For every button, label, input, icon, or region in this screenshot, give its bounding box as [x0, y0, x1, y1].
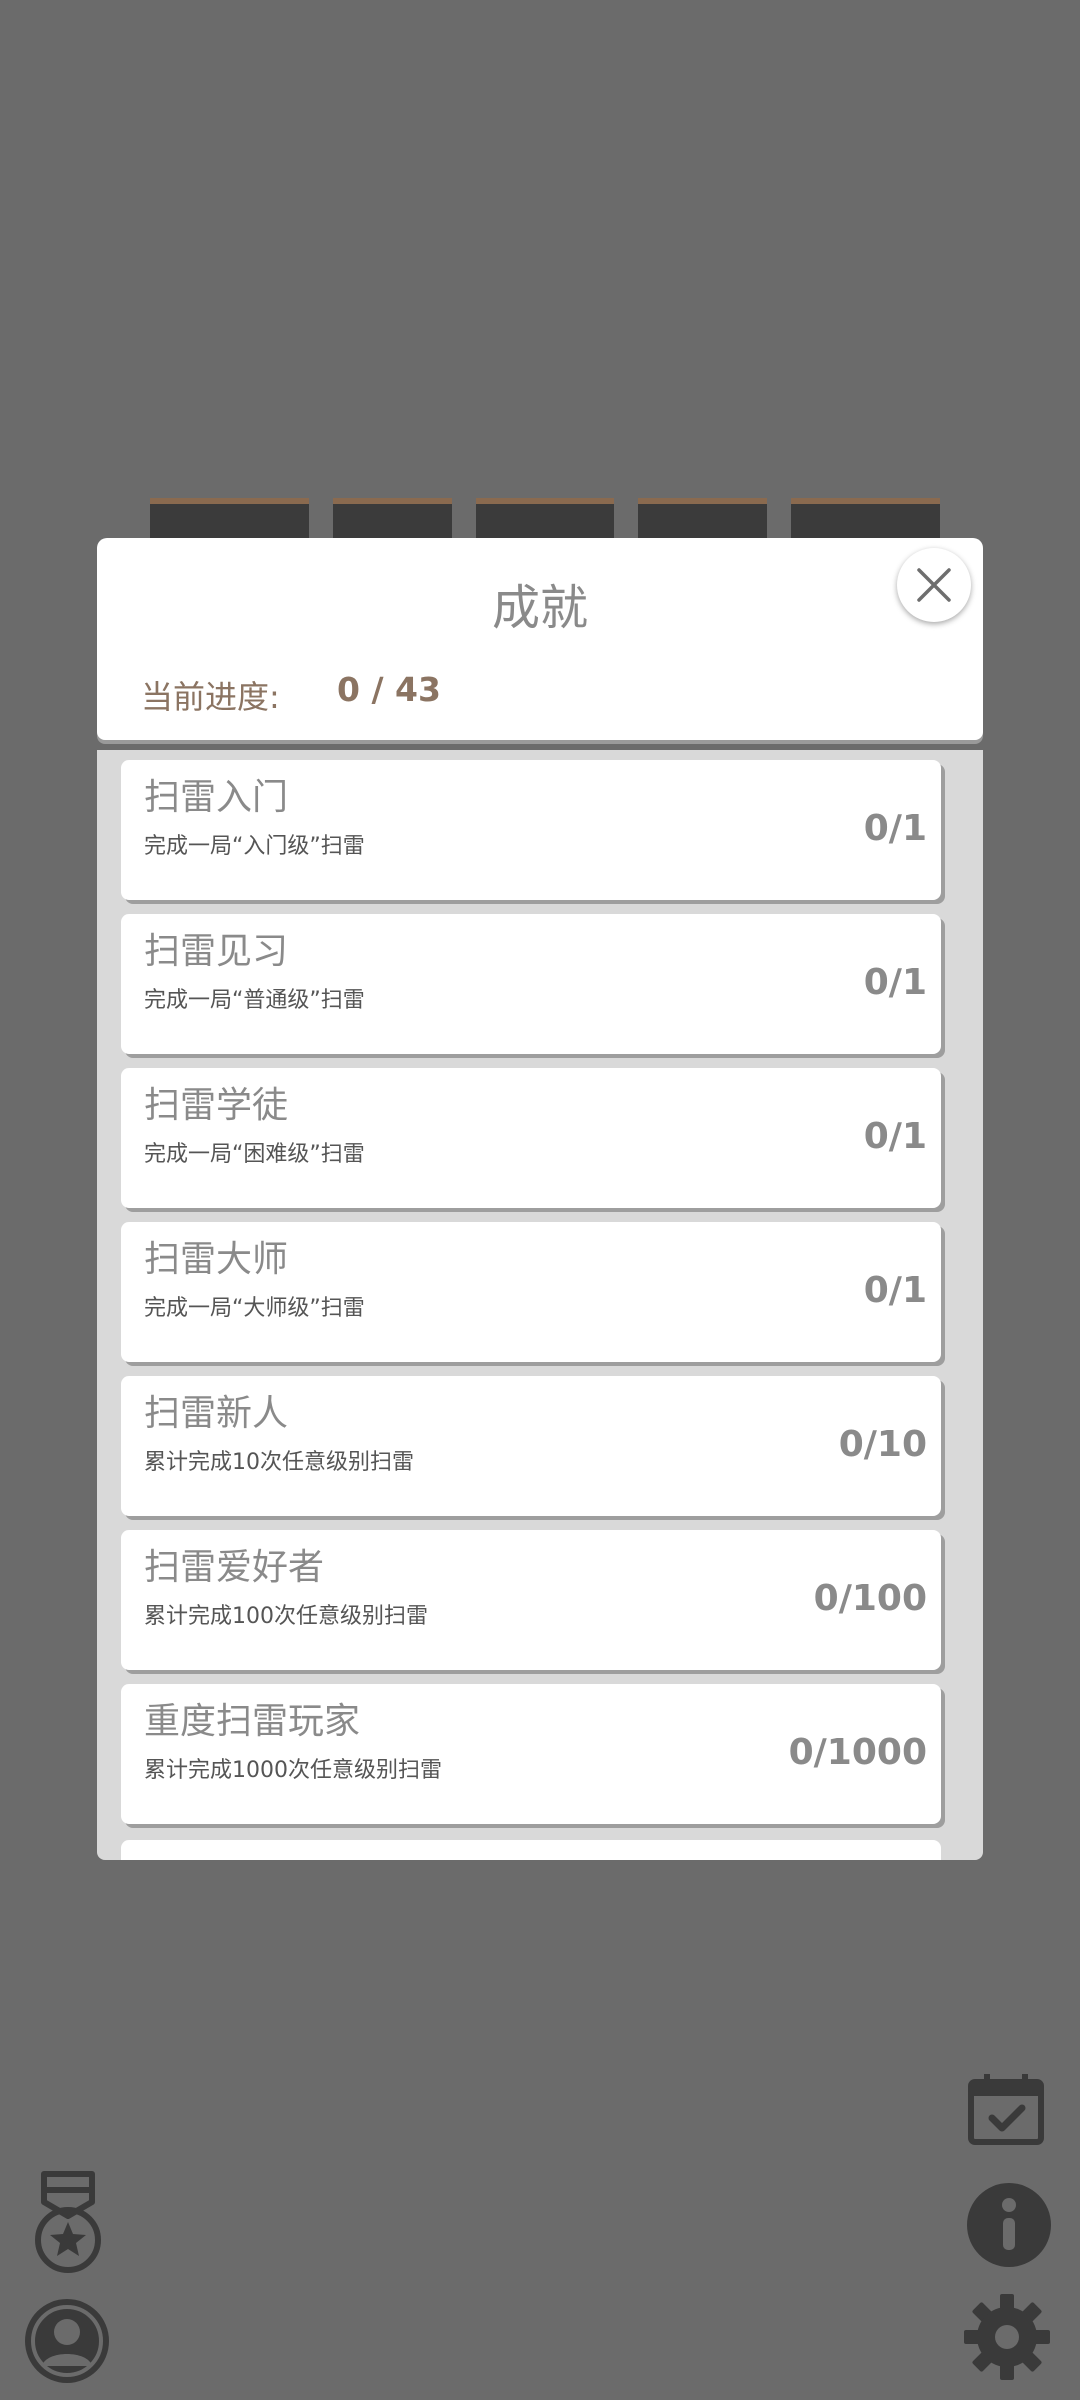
- achievement-progress: 0/1000: [788, 1732, 927, 1773]
- achievement-card[interactable]: 扫雷入门 完成一局“入门级”扫雷 0/1: [121, 760, 941, 900]
- achievement-title: 扫雷入门: [144, 777, 289, 818]
- achievement-title: 扫雷爱好者: [144, 1547, 325, 1588]
- achievement-description: 完成一局“大师级”扫雷: [144, 1296, 365, 1321]
- close-icon: [917, 568, 951, 602]
- info-icon: [967, 2183, 1051, 2267]
- gear-icon: [964, 2294, 1050, 2380]
- achievement-card[interactable]: 扫雷大师 完成一局“大师级”扫雷 0/1: [121, 1222, 941, 1362]
- calendar-check-icon: [968, 2074, 1044, 2145]
- achievement-card[interactable]: 扫雷爱好者 累计完成100次任意级别扫雷 0/100: [121, 1530, 941, 1670]
- progress-label: 当前进度:: [141, 678, 280, 716]
- daily-checkin-button[interactable]: [966, 2072, 1046, 2146]
- achievement-description: 完成一局“入门级”扫雷: [144, 834, 365, 859]
- achievement-description: 累计完成1000次任意级别扫雷: [144, 1758, 442, 1783]
- achievement-title: 重度扫雷玩家: [144, 1701, 361, 1742]
- achievements-dialog-header: 成就 当前进度: 0 / 43: [97, 538, 983, 740]
- info-button[interactable]: [964, 2180, 1054, 2270]
- background-game-title: [150, 498, 940, 544]
- achievement-card[interactable]: 扫雷学徒 完成一局“困难级”扫雷 0/1: [121, 1068, 941, 1208]
- achievement-progress: 0/1: [863, 1116, 927, 1157]
- achievement-description: 累计完成100次任意级别扫雷: [144, 1604, 428, 1629]
- achievement-description: 累计完成10次任意级别扫雷: [144, 1450, 414, 1475]
- achievement-card[interactable]: 扫雷新人 累计完成10次任意级别扫雷 0/10: [121, 1376, 941, 1516]
- achievement-card[interactable]: 重度扫雷玩家 累计完成1000次任意级别扫雷 0/1000: [121, 1684, 941, 1824]
- dialog-title: 成就: [491, 580, 588, 636]
- achievement-progress: 0/100: [813, 1578, 927, 1619]
- achievement-progress: 0/10: [838, 1424, 927, 1465]
- achievement-progress: 0/1: [863, 808, 927, 849]
- achievement-progress: 0/1: [863, 962, 927, 1003]
- achievement-progress: 0/1: [863, 1270, 927, 1311]
- achievement-title: 扫雷学徒: [144, 1085, 289, 1126]
- close-button[interactable]: [897, 548, 971, 622]
- user-avatar-icon: [25, 2299, 109, 2383]
- achievement-card-partial[interactable]: [121, 1840, 941, 1860]
- achievement-title: 扫雷见习: [144, 931, 289, 972]
- achievement-description: 完成一局“困难级”扫雷: [144, 1142, 365, 1167]
- achievement-list[interactable]: 扫雷入门 完成一局“入门级”扫雷 0/1 扫雷见习 完成一局“普通级”扫雷 0/…: [97, 750, 983, 1860]
- achievement-title: 扫雷新人: [144, 1393, 289, 1434]
- achievement-description: 完成一局“普通级”扫雷: [144, 988, 365, 1013]
- medal-icon: [35, 2171, 101, 2273]
- achievements-button[interactable]: [30, 2168, 106, 2278]
- settings-button[interactable]: [962, 2292, 1052, 2382]
- achievement-card[interactable]: 扫雷见习 完成一局“普通级”扫雷 0/1: [121, 914, 941, 1054]
- achievement-title: 扫雷大师: [144, 1239, 289, 1280]
- profile-button[interactable]: [22, 2296, 112, 2386]
- progress-value: 0 / 43: [337, 670, 441, 709]
